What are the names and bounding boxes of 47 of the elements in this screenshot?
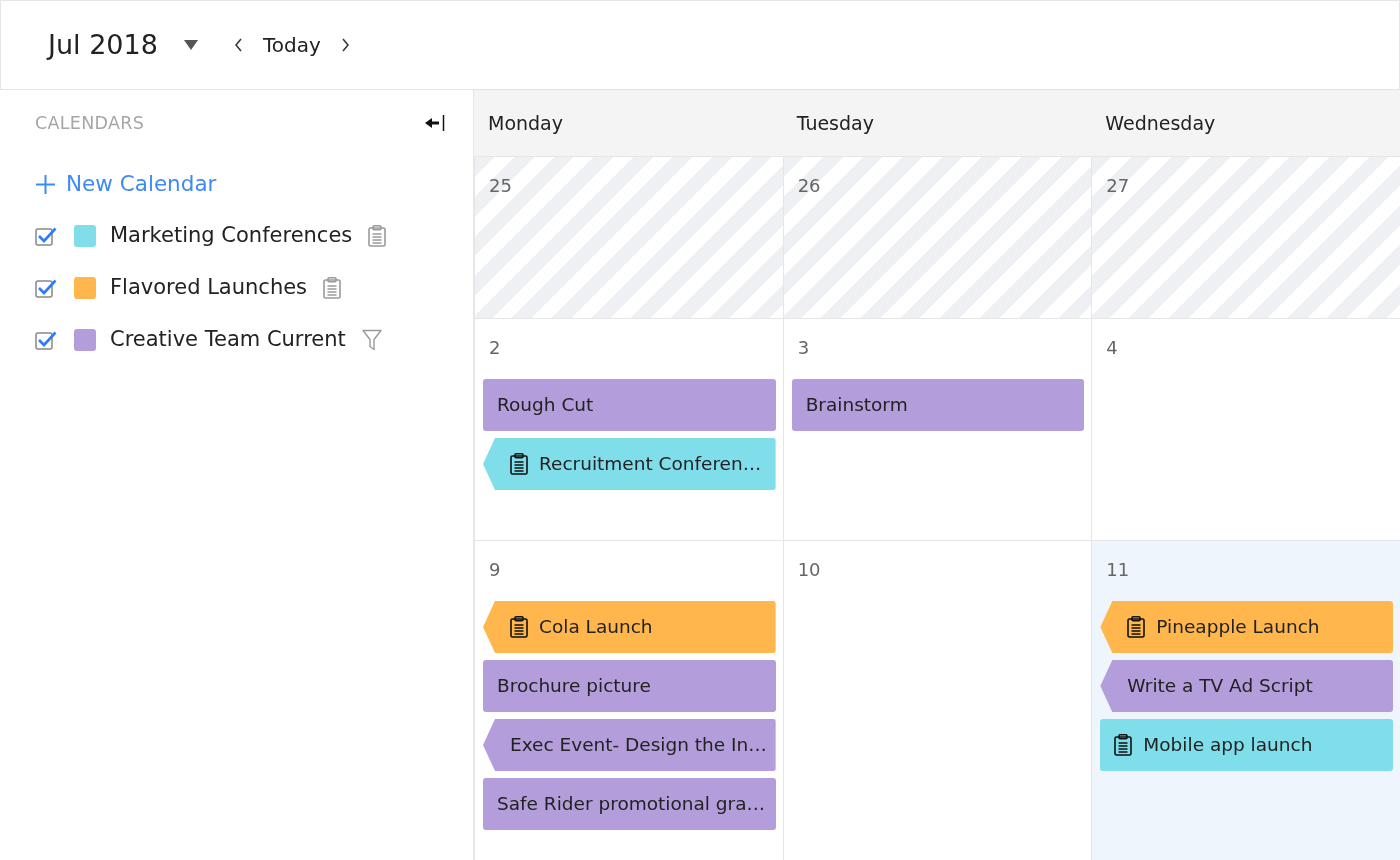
arrow-left-bar-icon — [424, 113, 445, 133]
checkbox[interactable] — [35, 329, 57, 351]
section-heading: CALENDARS — [35, 111, 145, 135]
date-number: 2 — [488, 336, 501, 360]
month-picker-button[interactable]: Jul 2018 — [48, 24, 198, 66]
plus-icon — [35, 173, 56, 195]
caret-down-icon — [183, 40, 198, 50]
next-button[interactable] — [340, 38, 350, 52]
checkbox[interactable] — [35, 277, 57, 299]
weekday-label: Wednesday — [1104, 110, 1217, 136]
calendar-event[interactable]: Pineapple Launch — [1100, 601, 1393, 653]
clipboard-icon — [510, 453, 528, 475]
previous-button[interactable] — [233, 38, 243, 52]
date-number: 4 — [1105, 336, 1118, 360]
calendar-event[interactable]: Cola Launch — [483, 601, 776, 653]
calendar-event[interactable]: Brainstorm — [791, 379, 1085, 431]
calendar-event[interactable]: Rough Cut — [483, 379, 776, 431]
date-number: 11 — [1105, 558, 1130, 582]
today-button[interactable]: Today — [242, 30, 341, 60]
calendar-event[interactable]: Mobile app launch — [1100, 719, 1393, 771]
calendar-event[interactable]: Write a TV Ad Script — [1100, 660, 1393, 712]
clipboard-icon — [368, 225, 387, 247]
calendar-event[interactable]: Brochure picture — [483, 660, 776, 712]
chevron-left-icon — [233, 38, 243, 52]
date-number: 27 — [1105, 174, 1130, 198]
weekday-label: Monday — [487, 110, 564, 136]
clipboard-icon — [323, 277, 342, 299]
collapse-sidebar-button[interactable] — [424, 113, 445, 133]
chevron-right-icon — [340, 38, 350, 52]
date-number: 10 — [796, 558, 821, 582]
checkbox[interactable] — [35, 225, 57, 247]
filter-icon — [361, 329, 382, 351]
calendar-event[interactable]: Exec Event- Design the In… — [483, 719, 776, 771]
new-calendar-link[interactable]: New Calendar — [35, 168, 217, 200]
date-number: 3 — [796, 336, 810, 360]
calendar-event[interactable]: Recruitment Conferen… — [483, 438, 776, 490]
calendar-name: Creative Team Current — [110, 326, 346, 354]
weekday-label: Tuesday — [795, 110, 875, 136]
clipboard-icon — [510, 616, 528, 638]
date-number: 9 — [488, 558, 501, 582]
date-number: 26 — [796, 174, 821, 198]
clipboard-icon — [1127, 616, 1146, 638]
calendar-event[interactable]: Safe Rider promotional gra… — [483, 778, 776, 830]
calendar-name: Marketing Conferences — [110, 222, 353, 250]
calendar-name: Flavored Launches — [110, 274, 308, 302]
clipboard-icon — [1114, 734, 1133, 756]
date-number: 25 — [488, 174, 512, 198]
